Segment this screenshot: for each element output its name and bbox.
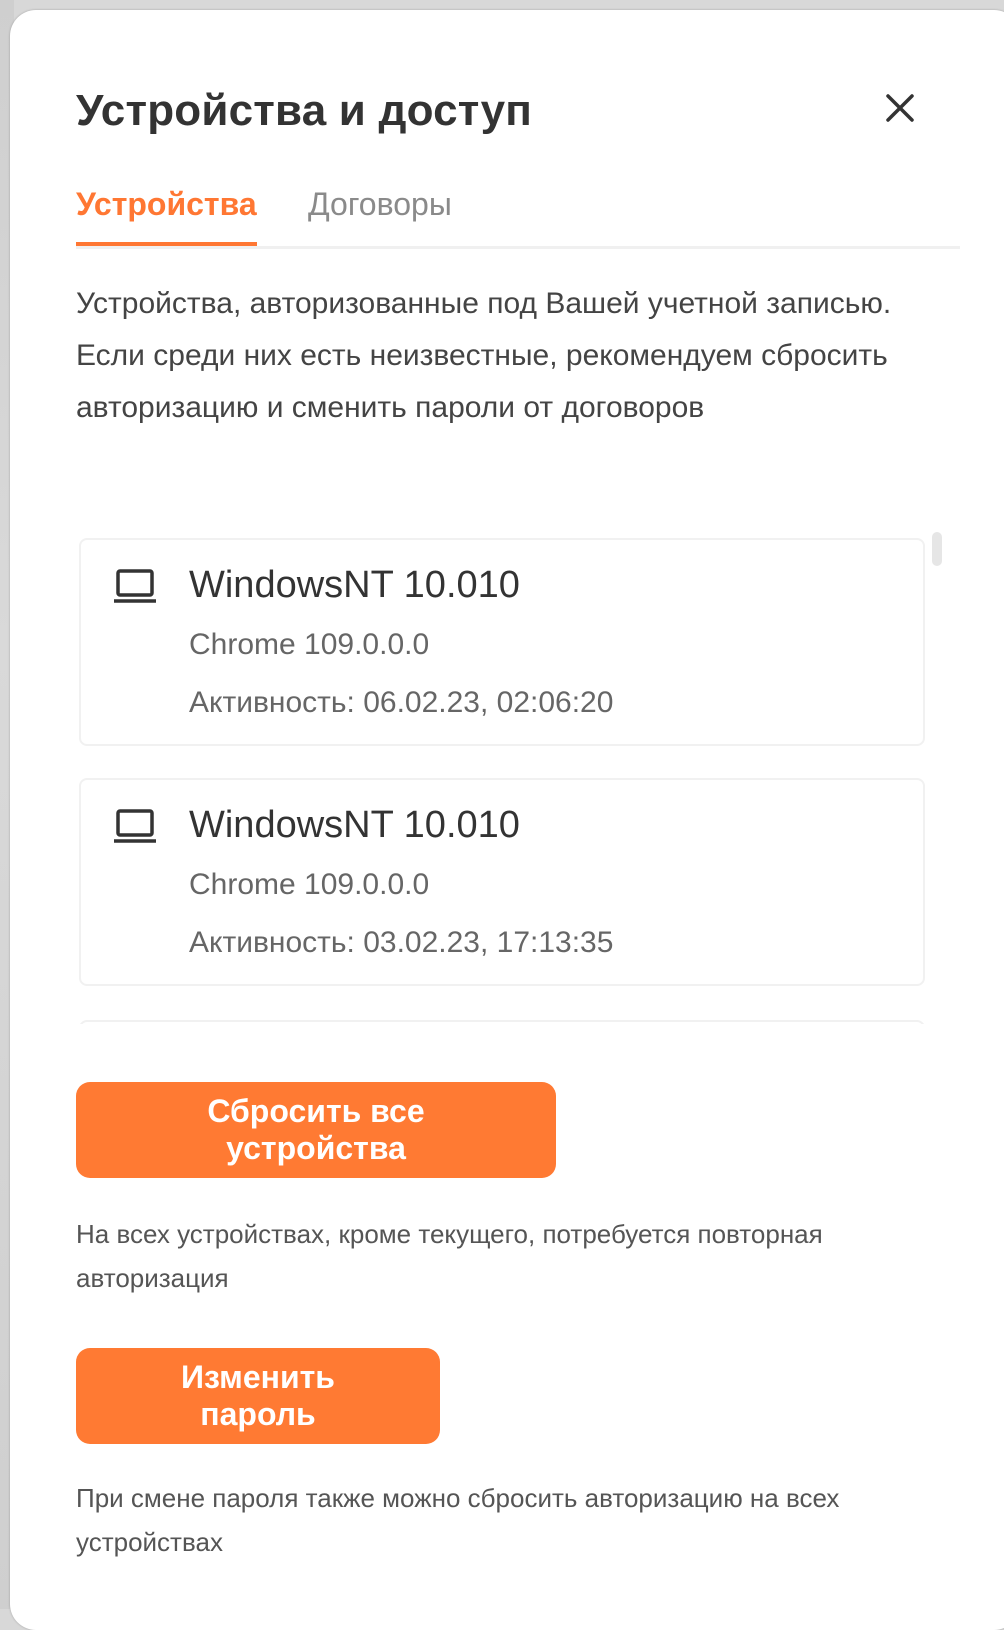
laptop-icon	[114, 809, 156, 843]
device-card: WindowsNT 10.010 Chrome 109.0.0.0 Активн…	[79, 778, 925, 986]
device-card: WindowsNT 10.010 Chrome 109.0.0.0 Активн…	[79, 538, 925, 746]
device-activity: Активность: 06.02.23, 02:06:20	[189, 686, 614, 719]
modal-title: Устройства и доступ	[76, 86, 533, 135]
devices-access-modal: Устройства и доступ Устройства Договоры …	[10, 10, 1004, 1630]
device-list-scrollbar[interactable]	[932, 532, 942, 566]
close-icon	[886, 94, 914, 122]
device-browser: Chrome 109.0.0.0	[189, 628, 430, 661]
device-list[interactable]: WindowsNT 10.010 Chrome 109.0.0.0 Активн…	[76, 532, 946, 1024]
tab-bar: Устройства Договоры	[76, 178, 960, 249]
reset-hint: На всех устройствах, кроме текущего, пот…	[76, 1219, 823, 1293]
device-name: WindowsNT 10.010	[189, 804, 520, 846]
close-button[interactable]	[878, 86, 922, 130]
change-password-button[interactable]: Изменить пароль	[76, 1348, 440, 1444]
tab-contracts[interactable]: Договоры	[308, 184, 452, 244]
device-name: WindowsNT 10.010	[189, 564, 520, 606]
device-browser: Chrome 109.0.0.0	[189, 868, 430, 901]
devices-description: Устройства, авторизованные под Вашей уче…	[76, 287, 892, 424]
tab-devices[interactable]: Устройства	[76, 184, 257, 246]
password-hint: При смене пароля также можно сбросить ав…	[76, 1483, 840, 1557]
reset-all-devices-button[interactable]: Сбросить все устройства	[76, 1082, 556, 1178]
device-activity: Активность: 03.02.23, 17:13:35	[189, 926, 614, 959]
laptop-icon	[114, 569, 156, 603]
device-card-partial	[79, 1020, 925, 1024]
